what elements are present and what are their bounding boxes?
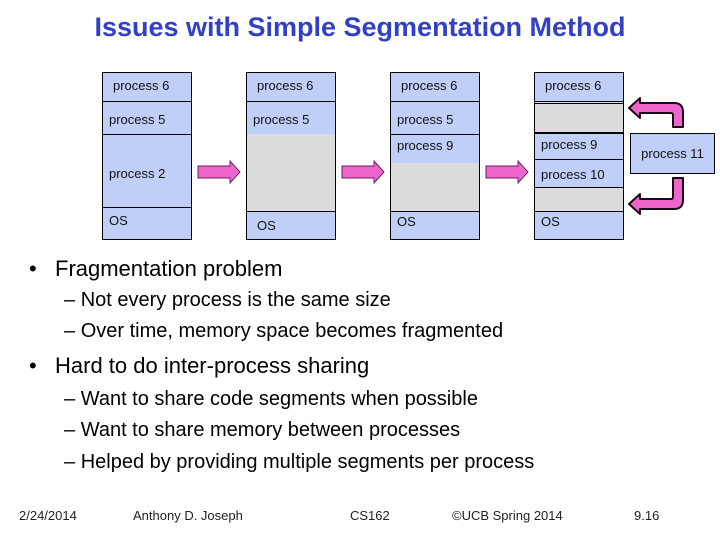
segment-os: OS xyxy=(247,211,335,239)
segment-process-9: process 9 xyxy=(535,134,623,159)
segment-process-5: process 5 xyxy=(247,101,335,134)
right-arrow-icon xyxy=(341,159,385,185)
incoming-process-11: process 11 xyxy=(630,133,715,174)
sub-bullet-item: – Helped by providing multiple segments … xyxy=(64,451,535,473)
segment-os: OS xyxy=(535,211,623,239)
segment-process-6: process 6 xyxy=(391,73,479,101)
segment-process-6: process 6 xyxy=(535,73,623,101)
memory-column-2: process 6 process 5 OS xyxy=(246,72,336,240)
footer-date: 2/24/2014 xyxy=(19,508,77,523)
right-arrow-icon xyxy=(485,159,529,185)
slide-title: Issues with Simple Segmentation Method xyxy=(94,12,626,42)
bullet-item: Hard to do inter-process sharing xyxy=(55,353,370,378)
segment-process-6: process 6 xyxy=(103,73,191,101)
footer-slide-number: 9.16 xyxy=(634,508,660,523)
segment-process-6: process 6 xyxy=(247,73,335,101)
footer-course: CS162 xyxy=(350,508,390,523)
segment-process-5: process 5 xyxy=(391,101,479,134)
curved-arrow-up-left-icon xyxy=(628,97,684,128)
curved-arrow-down-left-icon xyxy=(628,177,684,215)
segment-free xyxy=(535,187,623,211)
footer-author: Anthony D. Joseph xyxy=(133,508,243,523)
segment-os: OS xyxy=(391,211,479,239)
bullet-marker: • xyxy=(29,256,37,281)
segment-process-2: process 2 xyxy=(103,134,191,207)
segment-process-10: process 10 xyxy=(535,159,623,187)
segment-process-5: process 5 xyxy=(103,101,191,134)
footer-copyright: ©UCB Spring 2014 xyxy=(452,508,563,523)
right-arrow-icon xyxy=(197,159,241,185)
sub-bullet-item: – Want to share code segments when possi… xyxy=(64,388,478,410)
memory-column-1: process 6 process 5 process 2 OS xyxy=(102,72,192,240)
segment-os: OS xyxy=(103,207,191,239)
sub-bullet-item: – Not every process is the same size xyxy=(64,289,391,311)
memory-column-3: process 6 process 5 process 9 OS xyxy=(390,72,480,240)
segment-free xyxy=(247,134,335,211)
bullet-item: Fragmentation problem xyxy=(55,256,283,281)
bullet-marker: • xyxy=(29,353,37,378)
segment-free xyxy=(535,101,623,134)
sub-bullet-item: – Want to share memory between processes xyxy=(64,419,461,441)
segment-free xyxy=(391,163,479,211)
sub-bullet-item: – Over time, memory space becomes fragme… xyxy=(64,320,504,342)
segment-process-9: process 9 xyxy=(391,134,479,163)
memory-column-4: process 6 process 9 process 10 OS xyxy=(534,72,624,240)
